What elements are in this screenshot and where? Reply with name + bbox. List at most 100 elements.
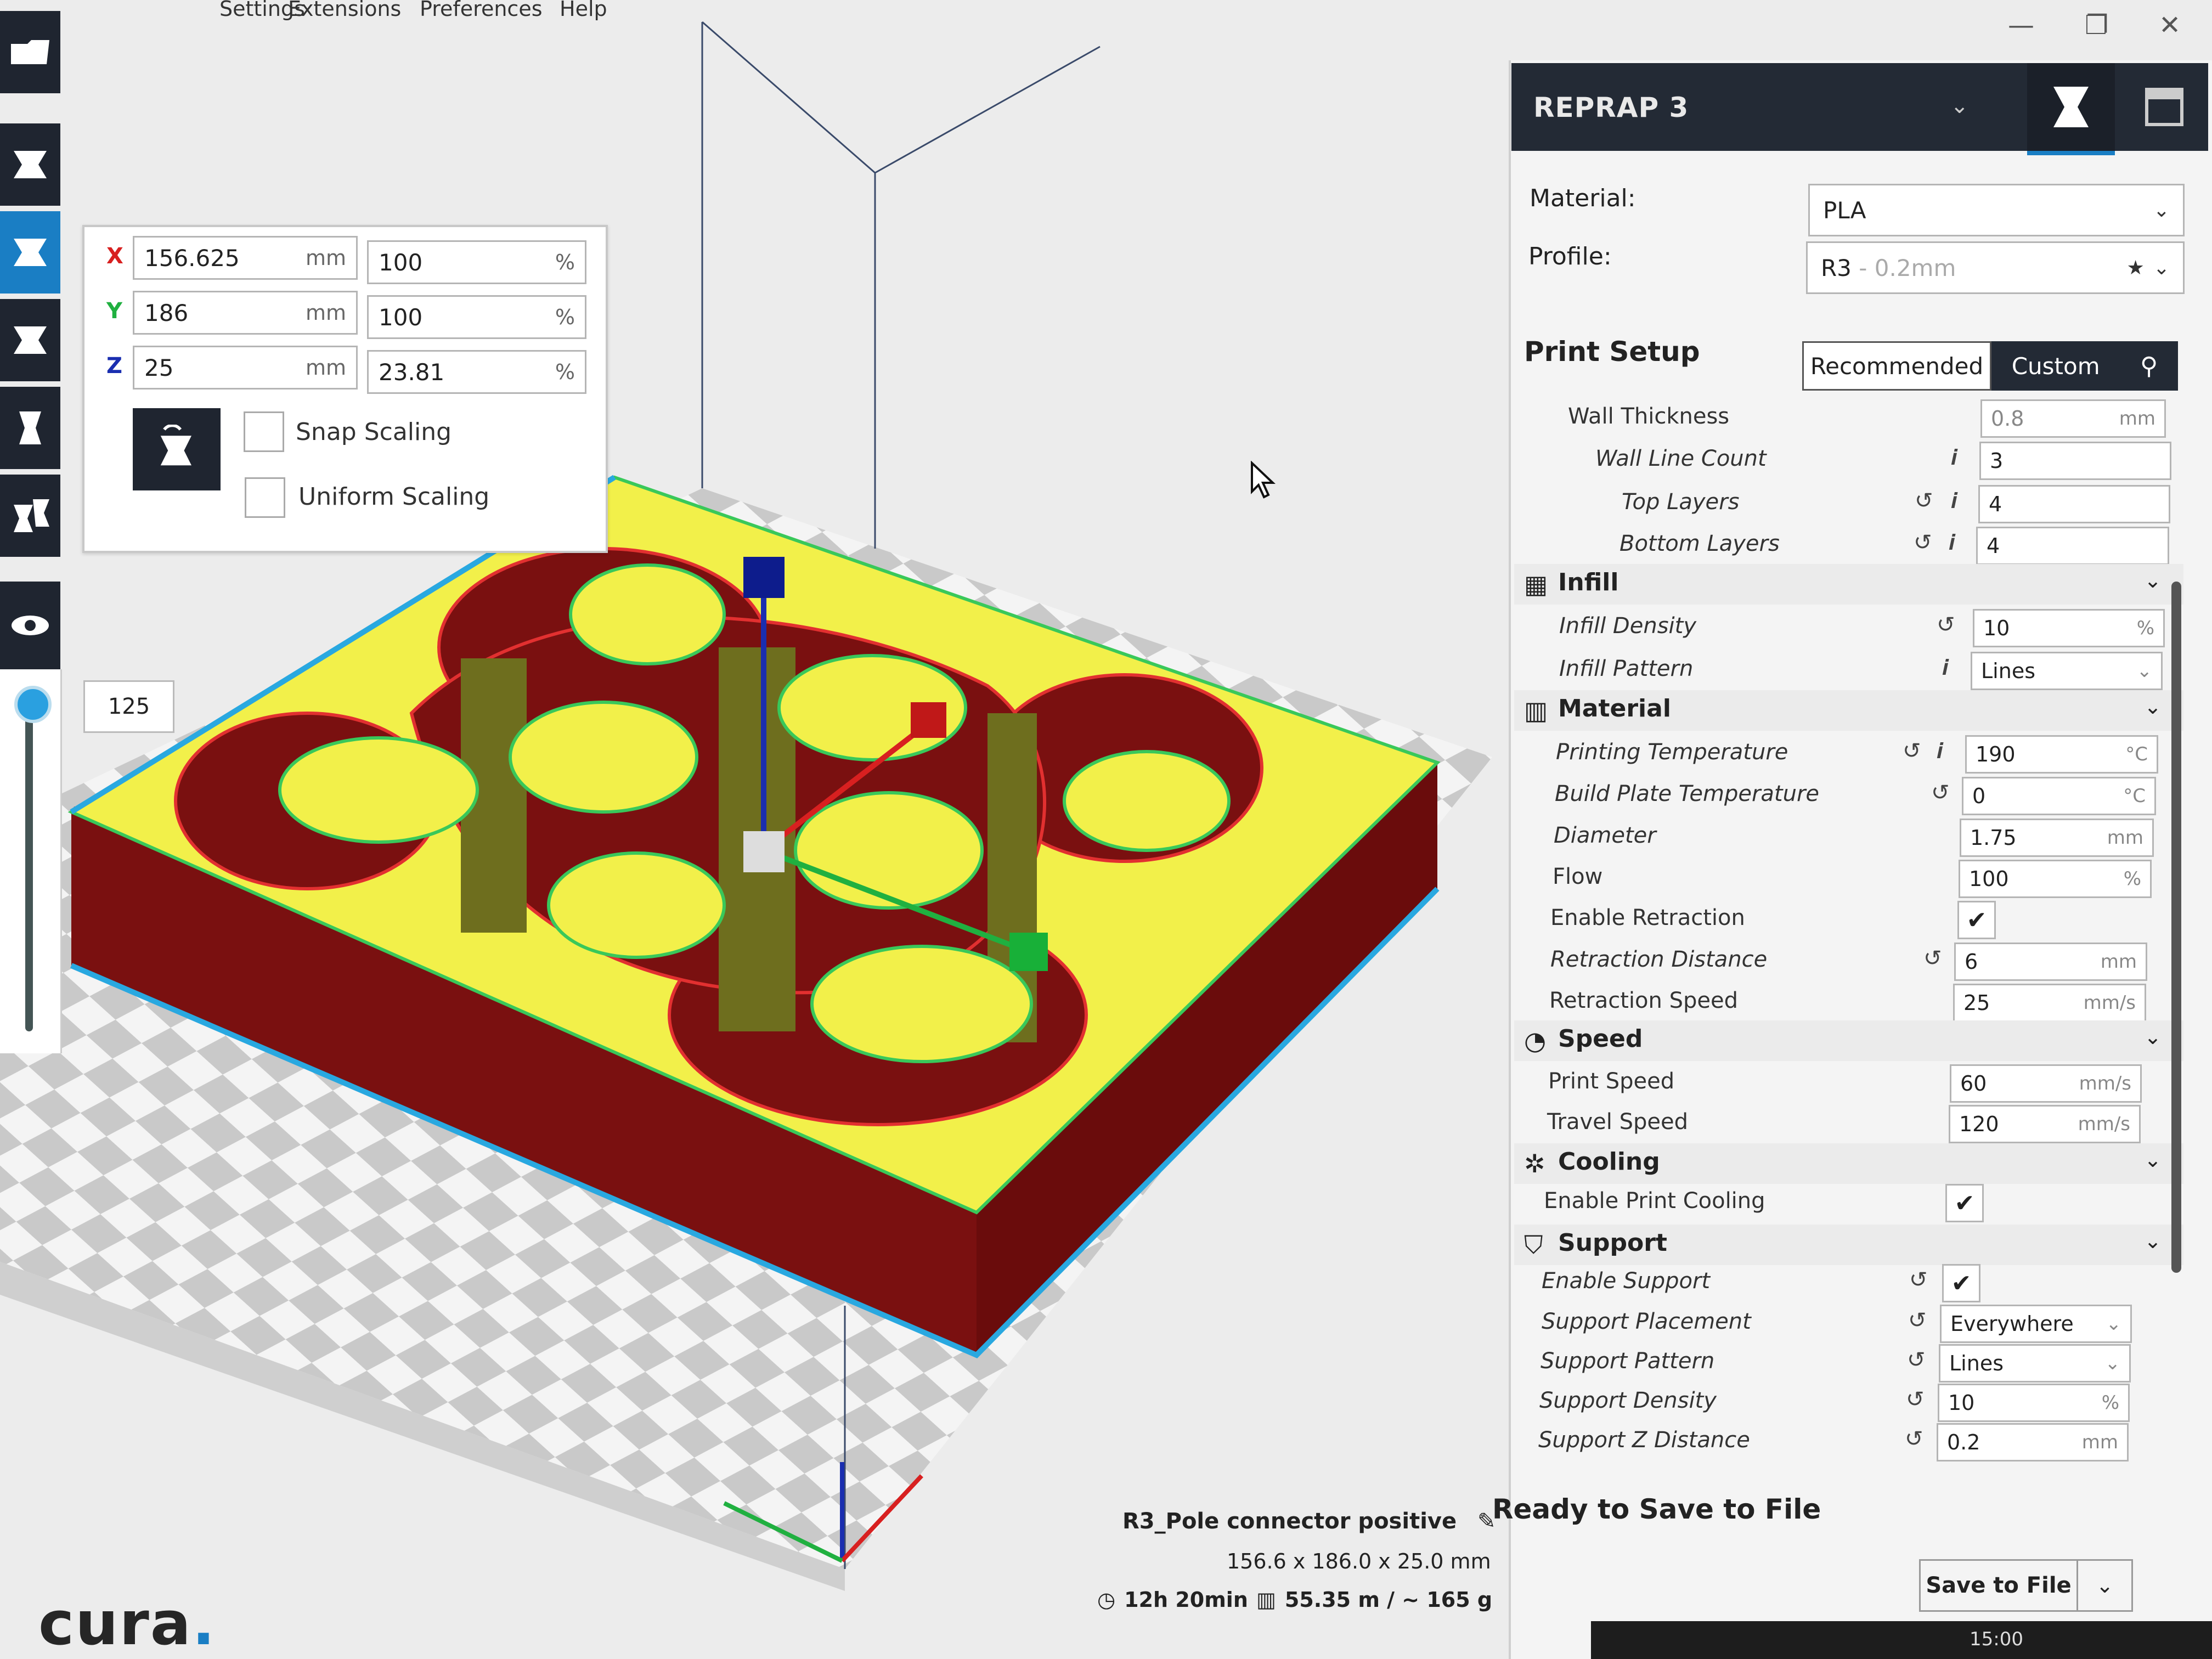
mirror-tool-button[interactable] — [0, 387, 60, 469]
category-cooling[interactable]: ✲ Cooling ⌄ — [1514, 1143, 2183, 1184]
profile-label: Profile: — [1528, 242, 1612, 270]
layer-slider[interactable] — [0, 669, 62, 1053]
setting-build-plate-temperature: Build Plate Temperature ↺ 0 °C — [1520, 777, 2183, 817]
recommended-mode-button[interactable]: Recommended — [1802, 341, 1991, 391]
reset-icon[interactable]: ↺ — [1923, 946, 1942, 971]
enable-support-checkbox[interactable]: ✔ — [1942, 1264, 1980, 1302]
y-percent-input[interactable]: 100% — [367, 295, 586, 339]
info-icon[interactable]: 𝒊 — [1949, 530, 1955, 555]
build-plate-temperature-input[interactable]: 0 °C — [1962, 777, 2156, 815]
layer-slider-handle[interactable] — [14, 686, 52, 723]
filament-icon: ▥ — [1256, 1588, 1276, 1612]
chevron-down-icon: ⌄ — [2144, 695, 2162, 719]
category-support[interactable]: ⛉ Support ⌄ — [1514, 1224, 2183, 1265]
support-z-distance-input[interactable]: 0.2 mm — [1937, 1423, 2129, 1462]
chevron-down-icon[interactable]: ⌄ — [1950, 93, 1969, 119]
menu-preferences[interactable]: Preferences — [420, 0, 543, 21]
enable-print-cooling-checkbox[interactable]: ✔ — [1945, 1184, 1984, 1222]
wall-thickness-input[interactable]: 0.8 mm — [1980, 399, 2166, 438]
bottom-layers-input[interactable]: 4 — [1976, 527, 2169, 565]
view-mode-button[interactable] — [0, 582, 60, 669]
reset-icon[interactable]: ↺ — [1903, 738, 1921, 764]
infill-density-input[interactable]: 10% — [1973, 609, 2165, 647]
category-infill[interactable]: ▦ Infill ⌄ — [1514, 564, 2183, 605]
menu-extensions[interactable]: Extensions — [288, 0, 401, 21]
material-dropdown[interactable]: PLA ⌄ — [1808, 184, 2185, 236]
search-icon[interactable]: ⚲ — [2140, 352, 2158, 380]
support-pattern-dropdown[interactable]: Lines ⌄ — [1939, 1344, 2131, 1383]
category-speed[interactable]: ◔ Speed ⌄ — [1514, 1020, 2183, 1061]
reset-scale-button[interactable] — [133, 408, 221, 490]
material-icon: ▥ — [1524, 696, 1548, 725]
settings-scrollbar[interactable] — [2171, 582, 2181, 1273]
uniform-scaling-label: Uniform Scaling — [298, 483, 490, 511]
z-size-input[interactable]: 25 mm — [133, 346, 358, 390]
wall-line-count-input[interactable]: 3 — [1979, 442, 2171, 480]
reset-icon[interactable]: ↺ — [1937, 612, 1955, 637]
close-button[interactable]: ✕ — [2159, 10, 2181, 41]
reset-icon[interactable]: ↺ — [1915, 488, 1933, 514]
reset-icon[interactable]: ↺ — [1909, 1267, 1928, 1293]
model-dimensions: 156.6 x 186.0 x 25.0 mm — [1227, 1549, 1491, 1573]
setting-diameter: Diameter 1.75 mm — [1520, 819, 2183, 859]
minimize-button[interactable]: — — [2008, 10, 2034, 41]
print-setup-title: Print Setup — [1524, 336, 1700, 368]
setting-retraction-speed: Retraction Speed 25 mm/s — [1520, 984, 2183, 1024]
job-name[interactable]: R3_Pole connector positive ✎ — [1122, 1509, 1496, 1534]
top-layers-input[interactable]: 4 — [1978, 485, 2170, 523]
retraction-speed-input[interactable]: 25 mm/s — [1953, 984, 2146, 1022]
tab-prepare[interactable] — [2027, 63, 2115, 155]
printer-name[interactable]: REPRAP 3 — [1533, 92, 1689, 123]
printing-temperature-input[interactable]: 190 °C — [1965, 735, 2158, 774]
reset-icon[interactable]: ↺ — [1931, 780, 1950, 805]
info-icon[interactable]: 𝒊 — [1951, 488, 1957, 514]
support-density-input[interactable]: 10% — [1938, 1384, 2130, 1422]
setting-support-placement: Support Placement ↺ Everywhere ⌄ — [1520, 1305, 2183, 1345]
enable-retraction-checkbox[interactable]: ✔ — [1957, 901, 1996, 939]
setting-support-z-distance: Support Z Distance ↺ 0.2 mm — [1520, 1423, 2183, 1464]
layer-number-input[interactable]: 125 — [83, 680, 174, 733]
custom-mode-button[interactable]: Custom ⚲ — [1991, 341, 2178, 391]
infill-pattern-dropdown[interactable]: Lines ⌄ — [1971, 652, 2163, 690]
chevron-down-icon: ⌄ — [2096, 1573, 2114, 1598]
y-size-input[interactable]: 186 mm — [133, 291, 358, 335]
tab-monitor[interactable] — [2120, 63, 2208, 151]
diameter-input[interactable]: 1.75 mm — [1960, 819, 2154, 857]
save-options-dropdown[interactable]: ⌄ — [2078, 1559, 2133, 1612]
setting-travel-speed: Travel Speed 120 mm/s — [1520, 1105, 2183, 1146]
open-file-button[interactable] — [0, 11, 60, 93]
pencil-icon[interactable]: ✎ — [1477, 1509, 1496, 1534]
reset-scale-icon — [160, 425, 191, 466]
info-icon[interactable]: 𝒊 — [1937, 738, 1943, 764]
layer-slider-track[interactable] — [25, 702, 33, 1031]
support-placement-dropdown[interactable]: Everywhere ⌄ — [1940, 1305, 2132, 1343]
snap-scaling-checkbox[interactable] — [244, 411, 284, 452]
y-axis-label: Y — [106, 298, 122, 324]
reset-icon[interactable]: ↺ — [1906, 1387, 1925, 1412]
reset-icon[interactable]: ↺ — [1905, 1426, 1923, 1452]
move-tool-button[interactable] — [0, 123, 60, 206]
restore-button[interactable]: ❐ — [2085, 10, 2108, 41]
info-icon[interactable]: 𝒊 — [1951, 445, 1957, 470]
scale-tool-button[interactable] — [0, 211, 60, 294]
travel-speed-input[interactable]: 120 mm/s — [1949, 1105, 2141, 1143]
profile-dropdown[interactable]: R3 - 0.2mm ★ ⌄ — [1806, 241, 2185, 294]
x-size-input[interactable]: 156.625 mm — [133, 236, 358, 280]
save-to-file-button[interactable]: Save to File — [1919, 1559, 2078, 1612]
reset-icon[interactable]: ↺ — [1908, 1308, 1927, 1333]
rotate-tool-button[interactable] — [0, 299, 60, 381]
menu-help[interactable]: Help — [560, 0, 607, 21]
per-model-settings-button[interactable] — [0, 475, 60, 557]
taskbar-clock: 15:00 — [1970, 1628, 2023, 1650]
category-material[interactable]: ▥ Material ⌄ — [1514, 690, 2183, 731]
retraction-distance-input[interactable]: 6 mm — [1954, 943, 2147, 981]
infill-icon: ▦ — [1524, 569, 1548, 599]
reset-icon[interactable]: ↺ — [1907, 1347, 1926, 1373]
z-percent-input[interactable]: 23.81% — [367, 350, 586, 394]
flow-input[interactable]: 100% — [1959, 860, 2152, 898]
reset-icon[interactable]: ↺ — [1914, 530, 1932, 555]
x-percent-input[interactable]: 100% — [367, 240, 586, 284]
info-icon[interactable]: 𝒊 — [1942, 655, 1948, 680]
print-speed-input[interactable]: 60 mm/s — [1950, 1064, 2142, 1103]
uniform-scaling-checkbox[interactable] — [245, 477, 285, 518]
